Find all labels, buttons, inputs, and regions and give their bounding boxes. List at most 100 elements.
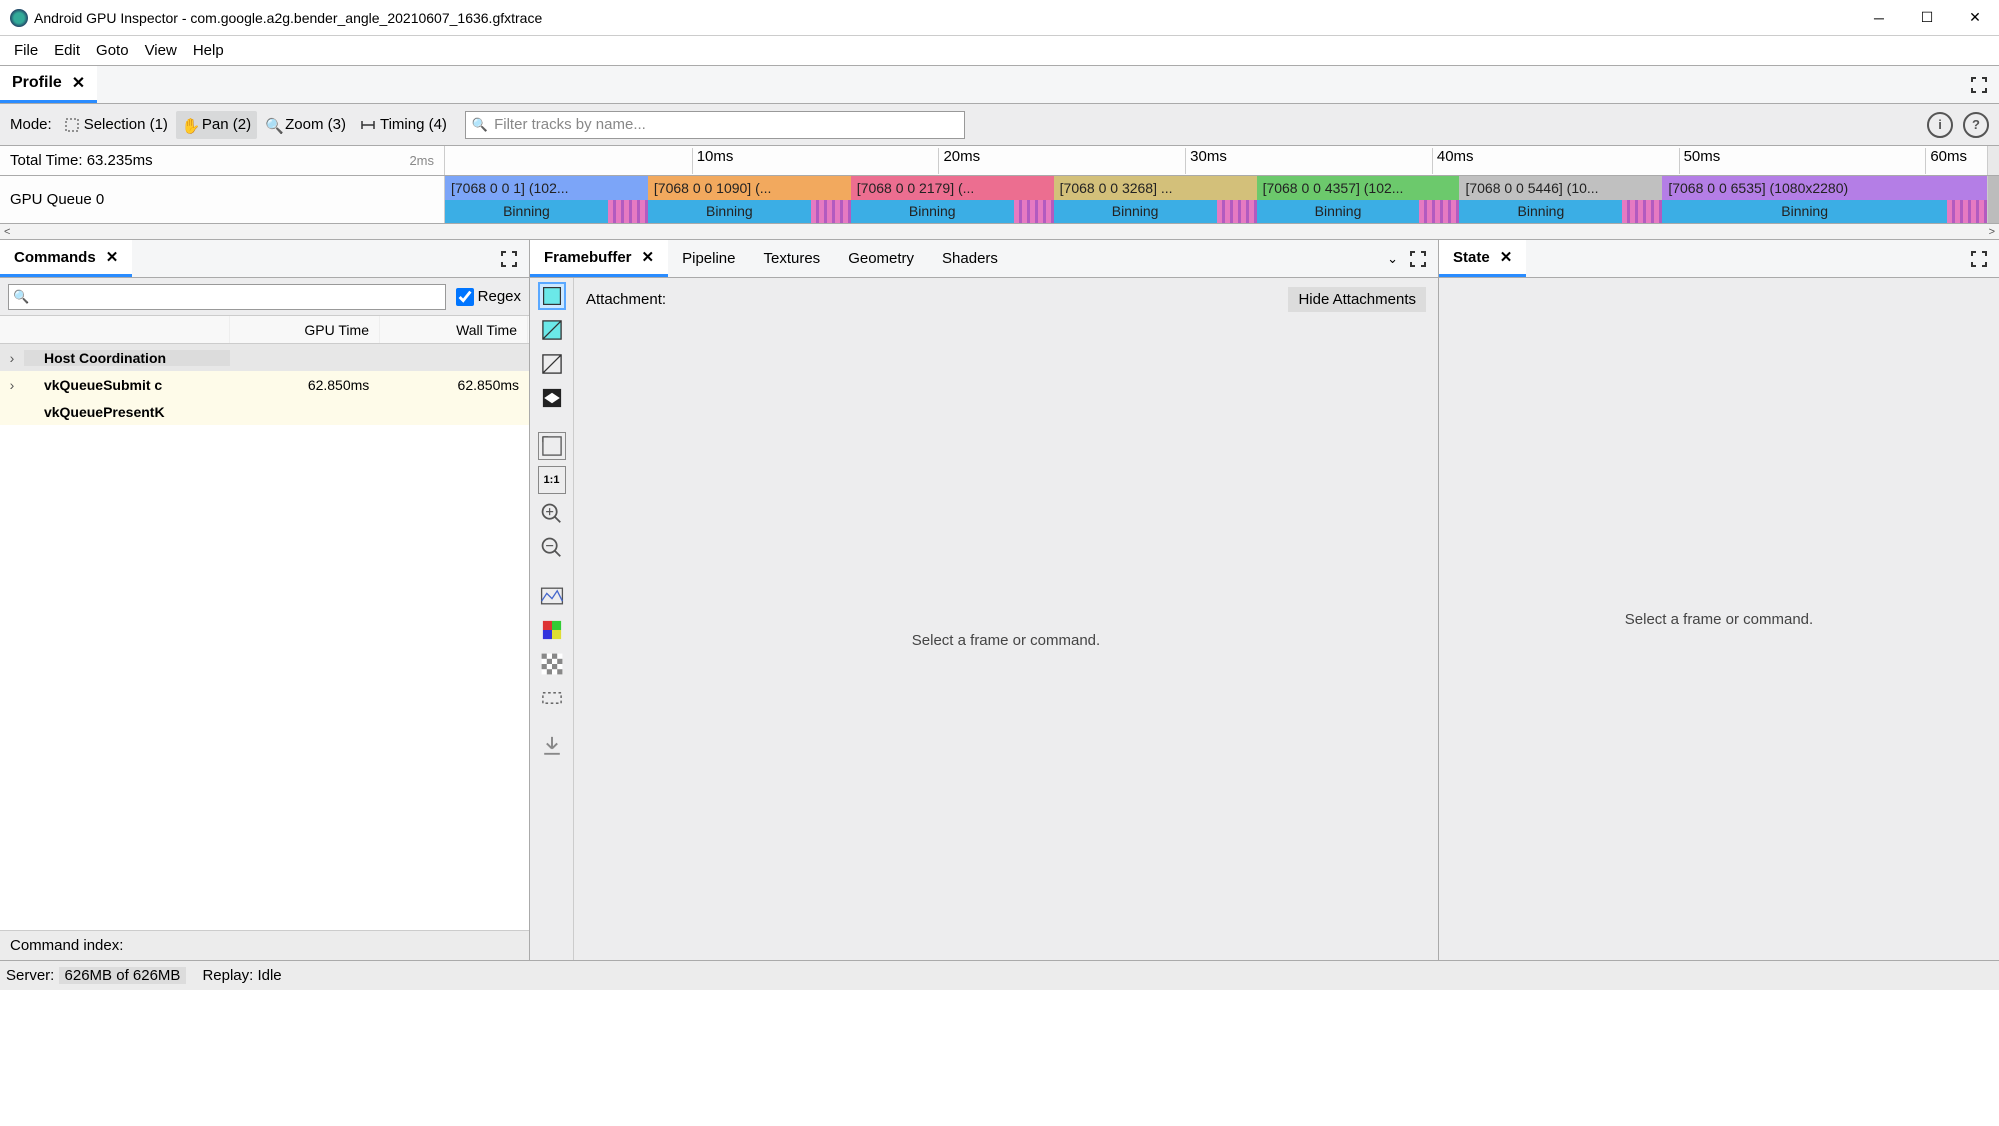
histogram-icon[interactable] (538, 582, 566, 610)
rect-diag-icon[interactable] (538, 316, 566, 344)
close-icon[interactable]: ✕ (106, 248, 119, 266)
tab-profile-close-icon[interactable]: ✕ (72, 73, 85, 93)
stripe-region (811, 200, 851, 224)
menu-goto[interactable]: Goto (88, 42, 137, 59)
tick: 20ms (938, 148, 980, 174)
tab-pipeline[interactable]: Pipeline (668, 240, 749, 277)
tab-state[interactable]: State✕ (1439, 240, 1526, 277)
mode-pan[interactable]: ✋Pan (2) (176, 111, 257, 139)
mode-timing[interactable]: Timing (4) (354, 111, 453, 139)
tick: 50ms (1679, 148, 1721, 174)
menu-view[interactable]: View (137, 42, 185, 59)
fullscreen-icon[interactable] (499, 249, 519, 269)
search-icon: 🔍 (13, 289, 29, 305)
framebuffer-panel: Framebuffer✕ Pipeline Textures Geometry … (530, 240, 1439, 960)
menu-edit[interactable]: Edit (46, 42, 88, 59)
checker-icon[interactable] (538, 650, 566, 678)
track-block[interactable]: [7068 0 0 5446] (10... Binning (1459, 176, 1662, 223)
control-bar: Mode: Selection (1) ✋Pan (2) 🔍Zoom (3) T… (0, 104, 1999, 146)
total-time-label: Total Time: 63.235ms (10, 152, 153, 169)
zoom-out-icon[interactable] (538, 534, 566, 562)
commands-panel: Commands ✕ 🔍 Regex GPU Time Wall Time › … (0, 240, 530, 960)
vertical-scrollbar[interactable] (1987, 146, 1999, 175)
app-icon (10, 9, 28, 27)
binning-label: Binning (851, 200, 1014, 224)
commands-search-input[interactable]: 🔍 (8, 284, 446, 310)
timing-icon (360, 117, 376, 133)
stripe-region (608, 200, 648, 224)
col-wall-time: Wall Time (380, 316, 528, 343)
tab-framebuffer[interactable]: Framebuffer✕ (530, 240, 668, 277)
tab-geometry[interactable]: Geometry (834, 240, 928, 277)
vertical-scrollbar-thumb[interactable] (1987, 176, 1999, 223)
track-block[interactable]: [7068 0 0 1090] (... Binning (648, 176, 851, 223)
minimize-button[interactable]: ─ (1855, 0, 1903, 36)
mode-selection[interactable]: Selection (1) (58, 111, 174, 139)
menu-help[interactable]: Help (185, 42, 232, 59)
track-block[interactable]: [7068 0 0 6535] (1080x2280) Binning (1662, 176, 1987, 223)
binning-label: Binning (1459, 200, 1622, 224)
close-icon[interactable]: ✕ (1500, 248, 1513, 266)
ruler[interactable]: 10ms 20ms 30ms 40ms 50ms 60ms (445, 146, 1987, 175)
chevron-right-icon[interactable]: › (0, 377, 24, 393)
track-block[interactable]: [7068 0 0 4357] (102... Binning (1257, 176, 1460, 223)
table-row[interactable]: › Host Coordination (0, 344, 529, 371)
stripe-region (1947, 200, 1987, 224)
info-icon[interactable]: i (1927, 112, 1953, 138)
download-icon[interactable] (538, 732, 566, 760)
fullscreen-icon[interactable] (1408, 249, 1428, 269)
table-row[interactable]: vkQueuePresentK (0, 398, 529, 425)
fullscreen-icon[interactable] (1969, 75, 1989, 95)
block-header: [7068 0 0 3268] ... (1054, 176, 1257, 200)
fb-toolbar: 1:1 (530, 278, 574, 960)
search-icon: 🔍 (472, 117, 488, 133)
tab-profile-label: Profile (12, 74, 62, 92)
color-rect-icon[interactable] (538, 282, 566, 310)
track-block[interactable]: [7068 0 0 1] (102... Binning (445, 176, 648, 223)
fb-placeholder: Select a frame or command. (574, 320, 1438, 960)
help-icon[interactable]: ? (1963, 112, 1989, 138)
hide-attachments-button[interactable]: Hide Attachments (1288, 287, 1426, 312)
layers-icon[interactable] (538, 384, 566, 412)
tab-profile[interactable]: Profile ✕ (0, 66, 97, 103)
table-row[interactable]: › vkQueueSubmit c 62.850ms 62.850ms (0, 371, 529, 398)
chevron-right-icon[interactable]: › (0, 350, 24, 366)
tab-commands[interactable]: Commands ✕ (0, 240, 132, 277)
maximize-button[interactable]: ☐ (1903, 0, 1951, 36)
track-block[interactable]: [7068 0 0 3268] ... Binning (1054, 176, 1257, 223)
gpu-queue-row: GPU Queue 0 [7068 0 0 1] (102... Binning… (0, 176, 1999, 224)
frame-icon[interactable] (538, 684, 566, 712)
close-button[interactable]: ✕ (1951, 0, 1999, 36)
profile-tab-bar: Profile ✕ (0, 66, 1999, 104)
col-gpu-time: GPU Time (230, 316, 380, 343)
fit-icon[interactable] (538, 432, 566, 460)
block-header: [7068 0 0 1090] (... (648, 176, 851, 200)
replay-label: Replay: (202, 967, 253, 984)
server-value: 626MB of 626MB (59, 967, 187, 984)
attachment-label: Attachment: (586, 291, 666, 308)
rect-empty-diag-icon[interactable] (538, 350, 566, 378)
regex-checkbox[interactable] (456, 288, 474, 306)
state-placeholder: Select a frame or command. (1439, 278, 1999, 960)
zoom-in-icon[interactable] (538, 500, 566, 528)
filter-tracks-input[interactable]: 🔍 Filter tracks by name... (465, 111, 965, 139)
mode-zoom[interactable]: 🔍Zoom (3) (259, 111, 352, 139)
block-header: [7068 0 0 2179] (... (851, 176, 1054, 200)
track-region[interactable]: [7068 0 0 1] (102... Binning[7068 0 0 10… (445, 176, 1987, 223)
binning-label: Binning (445, 200, 608, 224)
track-block[interactable]: [7068 0 0 2179] (... Binning (851, 176, 1054, 223)
hand-icon: ✋ (182, 117, 198, 133)
chevron-down-icon[interactable]: ⌄ (1387, 251, 1398, 267)
fullscreen-icon[interactable] (1969, 249, 1989, 269)
one-to-one-icon[interactable]: 1:1 (538, 466, 566, 494)
title-bar: Android GPU Inspector - com.google.a2g.b… (0, 0, 1999, 36)
binning-label: Binning (1257, 200, 1420, 224)
block-header: [7068 0 0 4357] (102... (1257, 176, 1460, 200)
menu-file[interactable]: File (6, 42, 46, 59)
block-header: [7068 0 0 6535] (1080x2280) (1662, 176, 1987, 200)
tab-shaders[interactable]: Shaders (928, 240, 1012, 277)
channels-icon[interactable] (538, 616, 566, 644)
close-icon[interactable]: ✕ (642, 248, 655, 266)
horizontal-scrollbar[interactable]: <> (0, 224, 1999, 240)
tab-textures[interactable]: Textures (749, 240, 834, 277)
